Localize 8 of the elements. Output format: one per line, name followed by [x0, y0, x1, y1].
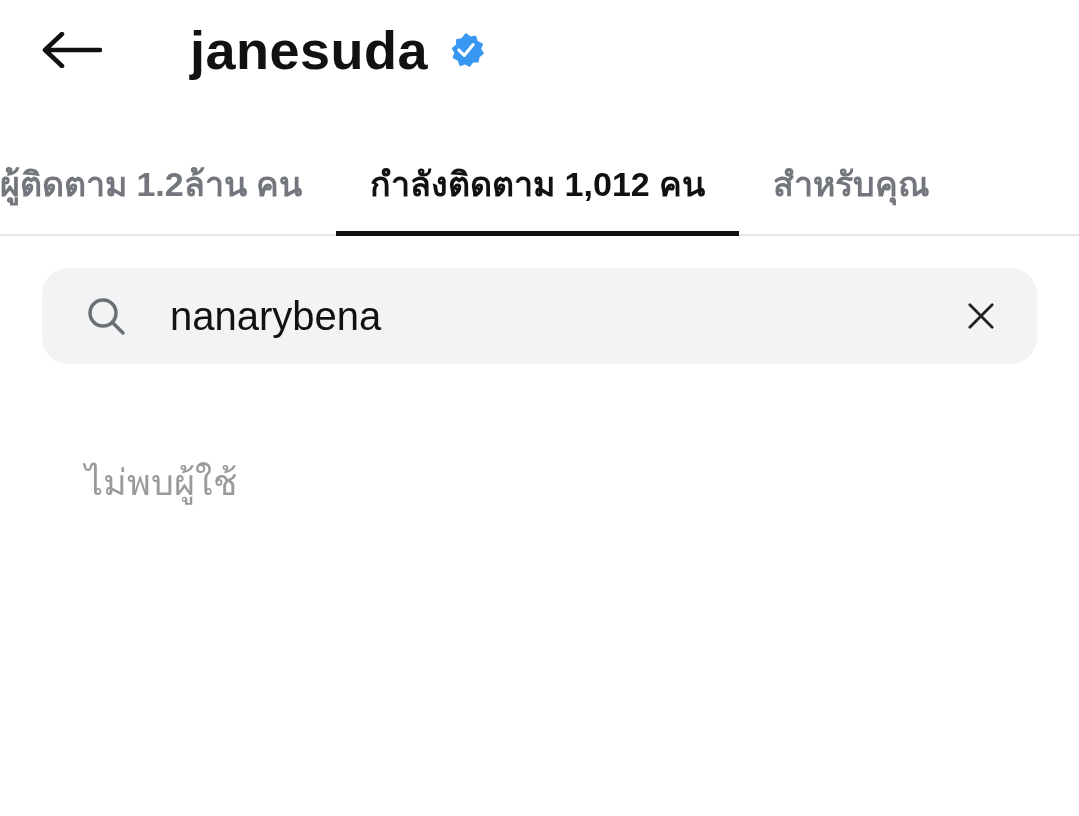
- search-field[interactable]: nanarybena: [42, 268, 1037, 364]
- tab[interactable]: สำหรับคุณ: [739, 136, 965, 236]
- close-icon[interactable]: [967, 302, 995, 330]
- search-icon: [86, 296, 126, 336]
- tab[interactable]: กำลังติดตาม 1,012 คน: [336, 136, 740, 236]
- profile-username: janesuda: [190, 19, 429, 81]
- tab[interactable]: ผู้ติดตาม 1.2ล้าน คน: [0, 136, 337, 236]
- back-arrow-icon[interactable]: [42, 32, 102, 68]
